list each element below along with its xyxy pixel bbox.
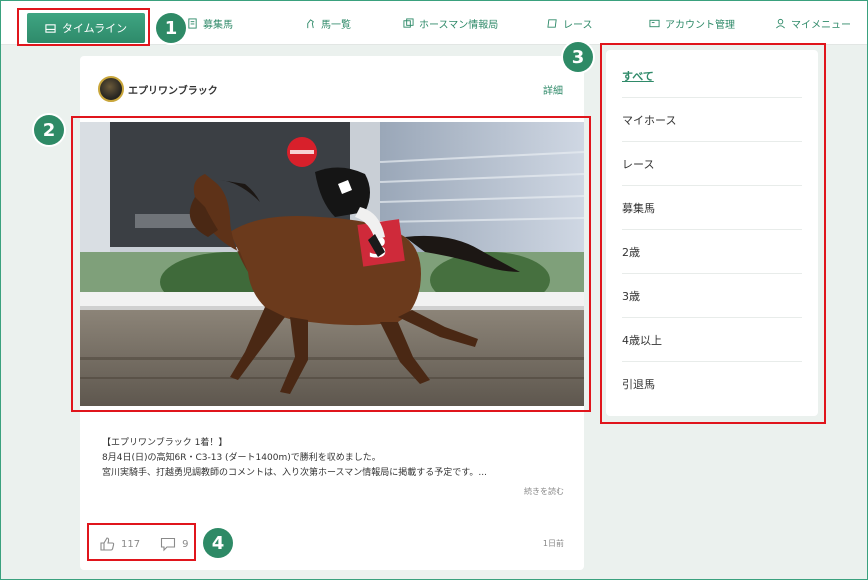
top-nav: タイムライン 募集馬 馬一覧 ホースマン情報局 レース アカウント管理 マイメニ… (1, 1, 867, 45)
annotation-badge-4: 4 (203, 528, 233, 558)
nav-item-my-menu[interactable]: マイメニュー (775, 1, 851, 45)
nav-item-label: ホースマン情報局 (419, 19, 499, 31)
annotation-badge-3: 3 (563, 42, 593, 72)
post-text-line: 8月4日(日)の高知6R・C3-13 (ダート1400m)で勝利を収めました。 (102, 453, 381, 463)
nav-item-label: 募集馬 (203, 19, 233, 31)
flag-icon (547, 18, 557, 28)
comment-icon[interactable] (160, 536, 176, 552)
nav-item-recruit[interactable]: 募集馬 (187, 1, 233, 45)
filter-recruit[interactable]: 募集馬 (622, 186, 802, 230)
nav-item-label: レース (563, 19, 593, 31)
account-card-icon (649, 19, 660, 27)
info-icon (403, 17, 414, 28)
nav-item-race[interactable]: レース (547, 1, 593, 45)
post-body-text: 【エプリワンブラック 1着！】 8月4日(日)の高知6R・C3-13 (ダート1… (102, 436, 572, 481)
post-text-line: 宮川実騎手、打越勇児調教師のコメントは、入り次第ホースマン情報局に掲載する予定で… (102, 468, 487, 478)
detail-link[interactable]: 詳細 (543, 82, 563, 97)
timeline-icon (45, 23, 56, 33)
annotation-badge-2: 2 (34, 115, 64, 145)
category-filter-sidebar: すべて マイホース レース 募集馬 2歳 3歳 4歳以上 引退馬 (606, 50, 818, 416)
like-count: 117 (121, 538, 141, 550)
nav-item-horse-list[interactable]: 馬一覧 (305, 1, 351, 45)
nav-item-label: マイメニュー (791, 19, 851, 31)
post-photo[interactable]: 3 (80, 122, 584, 406)
filter-3yo[interactable]: 3歳 (622, 274, 802, 318)
read-more-link[interactable]: 続きを読む (524, 486, 564, 497)
nav-item-label: 馬一覧 (321, 19, 351, 31)
post-horse-name[interactable]: エプリワンブラック (128, 82, 218, 97)
document-icon (188, 17, 197, 29)
nav-item-timeline[interactable]: タイムライン (27, 13, 145, 43)
race-horse-image: 3 (80, 122, 584, 406)
nav-item-label: アカウント管理 (665, 19, 735, 31)
filter-retired[interactable]: 引退馬 (622, 362, 802, 406)
timeline-post-card: エプリワンブラック 詳細 【エプリワンブラック 1着！】 8月4日(日)の高知6… (80, 56, 584, 570)
horse-icon (307, 18, 314, 28)
nav-item-label: タイムライン (61, 22, 128, 35)
nav-item-account[interactable]: アカウント管理 (649, 1, 735, 45)
horse-avatar[interactable] (98, 76, 124, 102)
comment-count: 9 (182, 538, 189, 550)
nav-item-horseman-info[interactable]: ホースマン情報局 (403, 1, 498, 45)
annotation-badge-1: 1 (156, 13, 186, 43)
post-actions: 117 9 (99, 534, 188, 554)
post-text-line: 【エプリワンブラック 1着！】 (102, 438, 228, 448)
filter-all[interactable]: すべて (622, 54, 802, 98)
filter-race[interactable]: レース (622, 142, 802, 186)
thumbs-up-icon[interactable] (99, 536, 115, 552)
filter-my-horse[interactable]: マイホース (622, 98, 802, 142)
filter-2yo[interactable]: 2歳 (622, 230, 802, 274)
post-timestamp: 1日前 (542, 539, 564, 548)
filter-4yo-plus[interactable]: 4歳以上 (622, 318, 802, 362)
user-icon (776, 18, 785, 28)
